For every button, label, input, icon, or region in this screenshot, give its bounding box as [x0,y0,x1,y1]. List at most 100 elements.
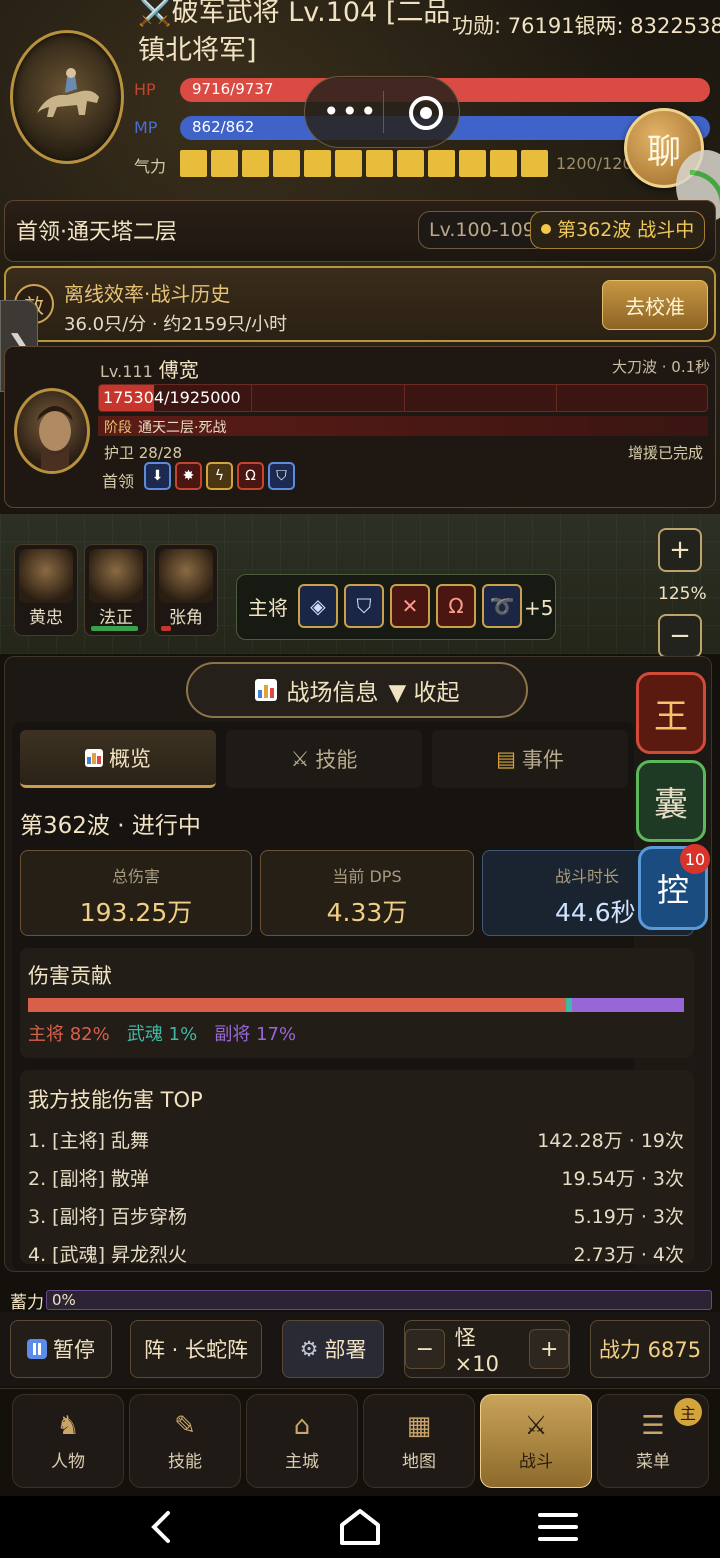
chart-icon [254,679,277,701]
skill-name: 3. [副将] 百步穿杨 [28,1206,188,1228]
general-hp-bar [91,626,138,631]
wave-skill-icon[interactable]: ➰ [482,584,522,628]
deploy-button[interactable]: ⚙ 部署 [282,1320,384,1378]
monster-count: 怪×10 [454,1326,499,1376]
tab-label: 技能 [315,748,358,772]
skill-name: 2. [副将] 散弹 [28,1168,150,1190]
calibrate-button[interactable]: 去校准 [602,280,708,330]
general-card[interactable]: 黄忠 [14,544,78,636]
home-icon[interactable] [320,1500,400,1554]
chart-icon [85,748,103,767]
menu-icon: ☰ [641,1410,665,1441]
fire-ring-skill-icon[interactable]: Ω [237,462,264,490]
qi-segment [242,150,269,177]
menu-badge: 主 [674,1398,702,1426]
main-general-skills: ◈ ⛉ ✕ Ω ➰ [298,584,522,628]
zoom-out-button[interactable]: − [658,614,702,658]
control-badge: 10 [680,844,710,874]
capsule-divider [383,91,384,133]
qi-segment [180,150,207,177]
increase-button[interactable]: + [529,1329,569,1369]
hp-tick [404,385,405,411]
skill-value: 5.19万 · 3次 [573,1206,684,1228]
wave-status-text: 第362波 战斗中 [557,219,695,241]
nav-map[interactable]: ▦ 地图 [363,1394,475,1488]
qi-segment [366,150,393,177]
nav-battle[interactable]: ⚔ 战斗 [480,1394,592,1488]
mini-program-capsule: ••• [304,76,460,148]
boss-name: 首领·通天塔二层 [16,220,177,245]
whirl-skill-icon[interactable]: ◈ [298,584,338,628]
damage-share-segment [28,998,566,1012]
damage-share-legend: 主将 82% 武魂 1% 副将 17% [28,1020,296,1046]
enemy-boss-label: 首领 [102,472,135,491]
general-portrait [89,549,143,603]
charge-bar [46,1290,712,1310]
recents-menu-icon[interactable] [518,1500,598,1554]
king-button[interactable]: 王 [636,672,706,754]
swords-icon: ⚔ [290,747,310,771]
burst-skill-icon[interactable]: ✸ [175,462,202,490]
general-name: 法正 [99,608,133,628]
lightning-skill-icon[interactable]: ϟ [206,462,233,490]
nav-skills[interactable]: ✎ 技能 [129,1394,241,1488]
nav-label: 战斗 [519,1451,553,1472]
tab-label: 概览 [109,746,151,771]
general-hp-bar [161,626,172,631]
pause-label: 暂停 [53,1338,95,1362]
formation-button[interactable]: 阵 · 长蛇阵 [130,1320,262,1378]
player-avatar[interactable] [10,30,124,164]
pause-button[interactable]: 暂停 [10,1320,112,1378]
tab-skills[interactable]: ⚔ 技能 [226,730,422,788]
shield-skill-icon[interactable]: ⛉ [268,462,295,490]
monster-count-stepper: − 怪×10 + [404,1320,570,1378]
wave-progress-status: 第362波 · 进行中 [20,813,201,839]
more-dots-icon[interactable]: ••• [323,95,379,128]
enemy-hp-bar: 175304/1925000 [98,384,708,412]
zoom-in-button[interactable]: + [658,528,702,572]
hp-label: HP [134,80,156,99]
enemy-stage: 阶段 通天二层·死战 [104,417,226,437]
nav-character[interactable]: ♞ 人物 [12,1394,124,1488]
tab-events[interactable]: ▤ 事件 [432,730,628,788]
qi-segment [273,150,300,177]
power-display[interactable]: 战力 6875 [590,1320,710,1378]
legend-soul: 武魂 1% [126,1024,198,1045]
enemy-level: Lv.111 [100,362,153,381]
battle-info-toggle[interactable]: 战场信息 ▼ 收起 [186,662,528,718]
arrow-down-skill-icon[interactable]: ⬇ [144,462,171,490]
pagoda-icon: ⌂ [293,1410,311,1441]
general-card[interactable]: 张角 [154,544,218,636]
efficiency-title: 离线效率·战斗历史 [64,282,231,306]
charge-label: 蓄力 [10,1293,44,1313]
skill-value: 2.73万 · 4次 [573,1244,684,1266]
general-portrait [159,549,213,603]
crossed-swords-icon: ⚔ [524,1410,548,1441]
skill-name: 1. [主将] 乱舞 [28,1130,150,1152]
nav-city[interactable]: ⌂ 主城 [246,1394,358,1488]
general-card[interactable]: 法正 [84,544,148,636]
slash-skill-icon[interactable]: ✕ [390,584,430,628]
back-icon[interactable] [122,1500,202,1554]
skill-value: 142.28万 · 19次 [537,1130,684,1152]
bag-button[interactable]: 囊 [636,760,706,842]
close-target-icon[interactable] [409,96,443,130]
enemy-skill-icons: ⬇ ✸ ϟ Ω ⛉ [144,462,295,490]
wave-status-chip: 第362波 战斗中 [530,211,706,249]
stage-value: 通天二层·死战 [138,420,227,436]
general-portrait [19,549,73,603]
flame-skill-icon[interactable]: Ω [436,584,476,628]
zoom-level: 125% [658,584,707,604]
more-skills-count[interactable]: +5 [524,596,553,620]
enemy-attack-info: 大刀波 · 0.1秒 [612,358,711,376]
stage-label: 阶段 [104,420,132,436]
enemy-reinforce: 增援已完成 [628,444,704,462]
tab-overview[interactable]: 概览 [20,730,216,788]
status-dot-icon [541,224,551,234]
decrease-button[interactable]: − [405,1329,445,1369]
general-name: 黄忠 [29,608,63,628]
nav-label: 主城 [285,1451,319,1472]
shield-skill-icon[interactable]: ⛉ [344,584,384,628]
enemy-portrait [14,388,90,474]
qi-segment [304,150,331,177]
